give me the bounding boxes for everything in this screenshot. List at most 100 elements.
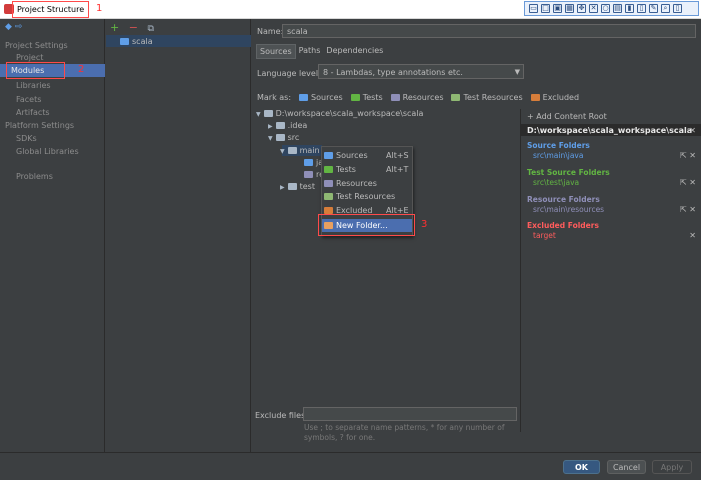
resource-folder-path: src\main\resources [533, 205, 605, 214]
test-folder-controls[interactable]: ⇱ ✕ [680, 178, 696, 187]
menu-shortcut: Alt+T [386, 165, 409, 174]
test-resources-folder-icon [324, 193, 333, 200]
language-level-value: 8 - Lambdas, type annotations etc. [323, 68, 463, 77]
expanded-arrow-icon: ▼ [256, 111, 261, 118]
cancel-button[interactable]: Cancel [607, 460, 646, 474]
nav-item-sdks[interactable]: SDKs [16, 134, 37, 143]
source-folder-controls[interactable]: ⇱ ✕ [680, 151, 696, 160]
section-platform-settings: Platform Settings [5, 121, 75, 130]
exclude-files-input[interactable] [303, 407, 517, 421]
apply-button[interactable]: Apply [652, 460, 692, 474]
mark-as-test-resources-label: Test Resources [463, 93, 523, 102]
tab-dependencies[interactable]: Dependencies [323, 44, 386, 59]
window-icon[interactable]: ▣ [553, 4, 562, 13]
sources-folder-icon [299, 94, 309, 101]
tab-paths[interactable]: Paths [296, 44, 324, 59]
mark-as-test-resources[interactable]: Test Resources [451, 93, 523, 102]
nav-item-problems[interactable]: Problems [16, 172, 53, 181]
grid-icon[interactable]: ▦ [565, 4, 574, 13]
menu-item-tests[interactable]: Tests Alt+T [322, 163, 412, 176]
excluded-folder-remove-icon[interactable]: ✕ [689, 231, 696, 240]
title-bar: Project Structure 1 ▭ □ ▣ ▦ ✥ ✕ ○ ▤ ▮ ▯ … [0, 0, 701, 19]
add-module-button[interactable]: + [110, 21, 119, 34]
mark-as-resources-label: Resources [402, 93, 444, 102]
menu-item-resources[interactable]: Resources [322, 177, 412, 190]
tab-sources[interactable]: Sources [256, 44, 296, 59]
menu-item-label: Resources [336, 179, 377, 188]
settings-nav: ◆ ⇨ Project Settings Project Modules 2 L… [0, 19, 105, 480]
pin-icon[interactable]: ✎ [649, 4, 658, 13]
folder-icon [287, 183, 297, 190]
menu-item-test-resources[interactable]: Test Resources [322, 190, 412, 203]
excluded-folder-icon [530, 94, 540, 101]
tree-test[interactable]: ▶ test [280, 182, 315, 191]
module-list-panel: + − ⧉ scala [106, 19, 251, 452]
annotation-1: 1 [96, 3, 103, 14]
copy-module-icon[interactable]: ⧉ [147, 24, 153, 34]
crop-icon[interactable]: ▭ [529, 4, 538, 13]
ok-button[interactable]: OK [563, 460, 600, 474]
mark-as-tests[interactable]: Tests [350, 93, 383, 102]
resource-folder-controls[interactable]: ⇱ ✕ [680, 205, 696, 214]
folder-icon [287, 147, 297, 154]
excluded-folder-icon [324, 207, 333, 214]
nav-item-artifacts[interactable]: Artifacts [16, 108, 50, 117]
menu-item-label: Tests [336, 165, 356, 174]
module-name-input[interactable]: scala [282, 24, 696, 38]
sources-folder-icon [324, 152, 333, 159]
menu-item-sources[interactable]: Sources Alt+S [322, 149, 412, 162]
dialog-button-bar: OK Cancel Apply [0, 452, 701, 480]
language-level-select[interactable]: 8 - Lambdas, type annotations etc. ▼ [318, 64, 524, 79]
mark-as-label: Mark as: [257, 93, 292, 102]
module-item-scala[interactable]: scala [120, 37, 153, 46]
expanded-arrow-icon: ▼ [280, 148, 285, 155]
copy-icon[interactable]: ▯ [637, 4, 646, 13]
folder-icon [275, 134, 285, 141]
new-folder-annotation-box [318, 214, 415, 236]
mark-as-tests-label: Tests [362, 93, 383, 102]
resources-folder-icon [304, 171, 313, 178]
search-icon[interactable]: ⌕ [661, 4, 670, 13]
name-label: Name: [257, 27, 284, 36]
rect-icon[interactable]: □ [541, 4, 550, 13]
window-title: Project Structure [12, 1, 89, 18]
annotation-2: 2 [78, 64, 85, 75]
tree-main-label: main [299, 146, 320, 155]
tree-src[interactable]: ▼ src [268, 133, 299, 142]
mark-as-sources[interactable]: Sources [299, 93, 343, 102]
excluded-folder-path: target [533, 231, 556, 240]
nav-item-global-libraries[interactable]: Global Libraries [16, 147, 79, 156]
mark-as-excluded[interactable]: Excluded [530, 93, 580, 102]
collapsed-arrow-icon: ▶ [268, 123, 273, 130]
module-name: scala [132, 37, 153, 46]
tree-src-label: src [287, 133, 300, 142]
close-x-icon[interactable]: ✕ [589, 4, 598, 13]
remove-module-button[interactable]: − [129, 21, 138, 34]
tests-folder-icon [324, 166, 333, 173]
folder-icon [275, 122, 285, 129]
remove-root-icon[interactable]: ✕ [689, 126, 696, 135]
add-content-root-button[interactable]: + Add Content Root [527, 112, 607, 121]
move-icon[interactable]: ✥ [577, 4, 586, 13]
source-folders-title: Source Folders [527, 141, 590, 150]
resource-folders-title: Resource Folders [527, 195, 600, 204]
tree-main[interactable]: ▼ main [280, 146, 320, 155]
menu-shortcut: Alt+S [386, 151, 409, 160]
nav-item-libraries[interactable]: Libraries [16, 81, 51, 90]
save-icon[interactable]: ▤ [613, 4, 622, 13]
collapsed-arrow-icon: ▶ [280, 184, 285, 191]
resources-folder-icon [390, 94, 400, 101]
back-forward-icons[interactable]: ◆ ⇨ [5, 22, 22, 32]
mark-as-excluded-label: Excluded [542, 93, 580, 102]
module-toolbar: + − ⧉ [110, 21, 154, 34]
test-resources-folder-icon [451, 94, 461, 101]
nav-item-project[interactable]: Project [16, 53, 43, 62]
mark-as-resources[interactable]: Resources [390, 93, 444, 102]
language-level-label: Language level: [257, 69, 321, 78]
tree-root[interactable]: ▼ D:\workspace\scala_workspace\scala [256, 109, 423, 118]
tree-idea[interactable]: ▶ .idea [268, 121, 307, 130]
page-icon[interactable]: ▯ [673, 4, 682, 13]
bookmark-icon[interactable]: ▮ [625, 4, 634, 13]
circle-icon[interactable]: ○ [601, 4, 610, 13]
nav-item-facets[interactable]: Facets [16, 95, 41, 104]
